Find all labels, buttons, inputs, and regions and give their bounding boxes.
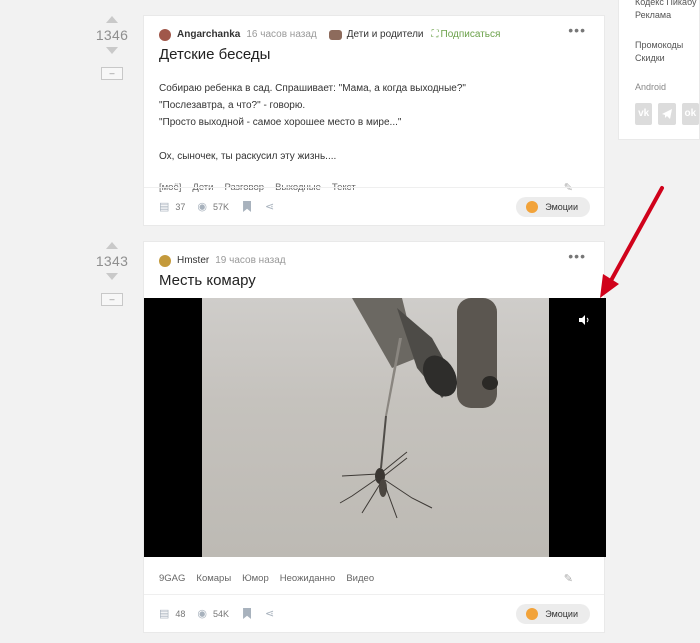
- odnoklassniki-icon[interactable]: ok: [681, 103, 699, 125]
- pencil-icon[interactable]: ✎: [564, 572, 573, 585]
- downvote-icon[interactable]: [106, 47, 118, 54]
- post-1-line-1: Собираю ребенка в сад. Спрашивает: "Мама…: [159, 83, 466, 94]
- sidebar: Кодекс Пикабу Реклама Промокоды Скидки A…: [618, 0, 700, 140]
- subscribe-icon: ⛶: [431, 29, 439, 40]
- post-1: Angarchanka 16 часов назад Дети и родите…: [143, 15, 605, 226]
- post-1-author[interactable]: Angarchanka: [177, 29, 240, 40]
- bookmark-icon[interactable]: [243, 608, 252, 619]
- author-avatar[interactable]: [159, 28, 171, 41]
- post-1-footer: ▤ 37 ◉ 57K ⋖ Эмоции: [144, 187, 604, 225]
- author-avatar[interactable]: [159, 254, 171, 267]
- post-2: Hmster 19 часов назад ••• Месть комару 9…: [143, 241, 606, 633]
- social-links: vk ok: [635, 103, 699, 125]
- upvote-icon[interactable]: [106, 16, 118, 23]
- eye-icon: ◉: [197, 608, 208, 620]
- sidebar-link-ads[interactable]: Реклама: [635, 9, 699, 22]
- post-2-author[interactable]: Hmster: [177, 255, 209, 266]
- more-dots-icon[interactable]: •••: [568, 23, 586, 37]
- post-1-line-2: "Послезавтра, а что?" - говорю.: [159, 100, 306, 111]
- post-2-minimize-button[interactable]: –: [101, 293, 123, 306]
- sidebar-link-promocodes[interactable]: Промокоды: [635, 39, 699, 52]
- bookmark-icon[interactable]: [243, 201, 252, 212]
- post-1-time: 16 часов назад: [246, 29, 317, 40]
- sidebar-link-code[interactable]: Кодекс Пикабу: [635, 0, 699, 9]
- post-2-tags: 9GAG Комары Юмор Неожиданно Видео ✎: [144, 571, 604, 585]
- share-icon[interactable]: ⋖: [265, 607, 274, 620]
- telegram-icon[interactable]: [658, 103, 676, 125]
- post-1-vote: 1346 –: [87, 16, 137, 80]
- post-1-community[interactable]: Дети и родители: [347, 29, 424, 40]
- vk-icon[interactable]: vk: [635, 103, 653, 125]
- post-1-rating: 1346: [95, 27, 129, 43]
- tag[interactable]: Комары: [196, 573, 231, 584]
- post-2-comments[interactable]: 48: [175, 609, 185, 619]
- comment-icon[interactable]: ▤: [159, 607, 169, 620]
- post-1-views: 57K: [213, 201, 230, 212]
- eye-icon: ◉: [197, 201, 208, 213]
- video-player[interactable]: [144, 298, 606, 557]
- subscribe-label: Подписаться: [440, 29, 501, 40]
- sidebar-link-discounts[interactable]: Скидки: [635, 52, 699, 65]
- post-2-rating: 1343: [95, 253, 129, 269]
- post-1-line-3: "Просто выходной - самое хорошее место в…: [159, 117, 402, 128]
- tag[interactable]: Юмор: [242, 573, 269, 584]
- subscribe-button[interactable]: ⛶ Подписаться: [432, 29, 501, 40]
- tag[interactable]: Неожиданно: [280, 573, 336, 584]
- emotions-button[interactable]: Эмоции: [516, 196, 590, 217]
- volume-icon[interactable]: [579, 315, 590, 328]
- emotion-face-icon: [526, 607, 539, 620]
- emotions-label: Эмоции: [545, 608, 578, 619]
- share-icon[interactable]: ⋖: [265, 200, 274, 213]
- downvote-icon[interactable]: [106, 273, 118, 280]
- comment-icon[interactable]: ▤: [159, 200, 169, 213]
- emotions-label: Эмоции: [545, 201, 578, 212]
- sidebar-android-label: Android: [635, 82, 667, 92]
- tag[interactable]: 9GAG: [159, 573, 185, 584]
- upvote-icon[interactable]: [106, 242, 118, 249]
- post-2-title[interactable]: Месть комару: [144, 270, 604, 294]
- post-2-time: 19 часов назад: [215, 255, 286, 266]
- post-1-header: Angarchanka 16 часов назад Дети и родите…: [144, 16, 604, 44]
- post-1-comments[interactable]: 37: [175, 202, 185, 212]
- emotions-button[interactable]: Эмоции: [516, 603, 590, 624]
- video-frame: [202, 298, 549, 557]
- more-dots-icon[interactable]: •••: [568, 249, 586, 263]
- post-2-footer: ▤ 48 ◉ 54K ⋖ Эмоции: [144, 594, 604, 632]
- tag[interactable]: Видео: [346, 573, 374, 584]
- post-1-line-5: Ох, сыночек, ты раскусил эту жизнь....: [159, 151, 337, 162]
- post-2-header: Hmster 19 часов назад •••: [144, 242, 604, 270]
- post-1-minimize-button[interactable]: –: [101, 67, 123, 80]
- post-1-title[interactable]: Детские беседы: [144, 44, 604, 68]
- post-1-body: Собираю ребенка в сад. Спрашивает: "Мама…: [144, 68, 604, 165]
- community-avatar[interactable]: [328, 29, 342, 40]
- post-2-views: 54K: [213, 608, 230, 619]
- emotion-face-icon: [526, 200, 539, 213]
- post-2-vote: 1343 –: [87, 242, 137, 306]
